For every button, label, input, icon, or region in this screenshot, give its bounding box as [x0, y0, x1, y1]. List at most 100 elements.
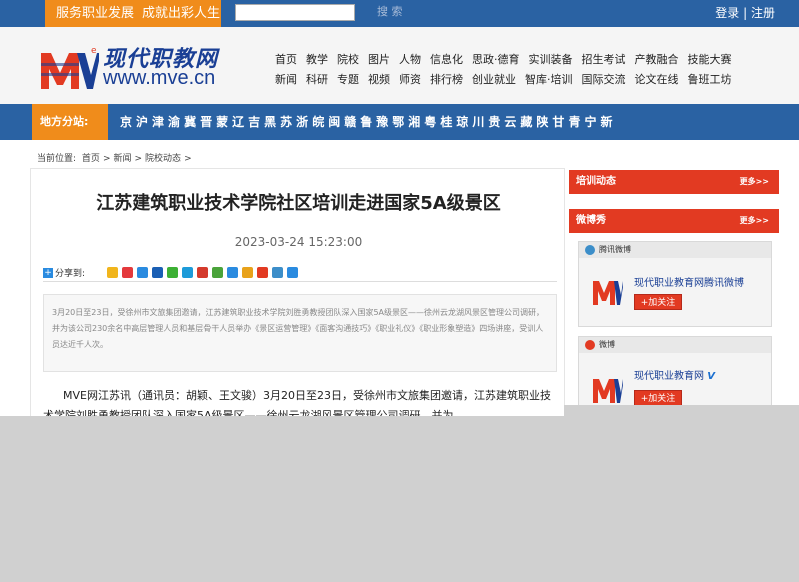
nav-link-row1-3[interactable]: 图片 — [368, 50, 390, 70]
branch-link[interactable]: 青 — [568, 104, 580, 140]
share-plus-icon[interactable]: + — [43, 267, 53, 278]
branch-link[interactable]: 吉 — [248, 104, 260, 140]
nav-link-row2-10[interactable]: 鲁班工坊 — [688, 70, 732, 90]
article-body: MVE网江苏讯（通讯员：胡颖、王文骏）3月20日至23日，受徐州市文旅集团邀请，… — [43, 389, 551, 416]
weibo-show-more-link[interactable]: 更多>> — [740, 209, 769, 233]
gray-overlay — [0, 416, 799, 582]
share-service-icon[interactable] — [136, 267, 148, 278]
share-service-icon[interactable] — [151, 267, 163, 278]
breadcrumb-separator: > — [184, 154, 192, 164]
nav-link-row2-8[interactable]: 国际交流 — [582, 70, 626, 90]
share-service-icon[interactable] — [226, 267, 238, 278]
breadcrumb-link[interactable]: 首页 — [82, 154, 100, 164]
tencent-follow-button[interactable]: +加关注 — [634, 294, 682, 310]
branch-link[interactable]: 辽 — [232, 104, 244, 140]
branch-link[interactable]: 渝 — [168, 104, 180, 140]
nav-link-row2-4[interactable]: 师资 — [399, 70, 421, 90]
nav-link-row2-9[interactable]: 论文在线 — [635, 70, 679, 90]
slogan-text-1: 服务职业发展 — [56, 6, 135, 21]
nav-link-row1-0[interactable]: 首页 — [275, 50, 297, 70]
branch-link[interactable]: 宁 — [584, 104, 596, 140]
share-service-icon[interactable] — [286, 267, 298, 278]
nav-link-row1-9[interactable]: 产教融合 — [635, 50, 679, 70]
nav-link-row2-5[interactable]: 排行榜 — [430, 70, 463, 90]
branch-link[interactable]: 冀 — [184, 104, 196, 140]
nav-link-row1-8[interactable]: 招生考试 — [582, 50, 626, 70]
share-service-icon[interactable] — [166, 267, 178, 278]
nav-link-row2-6[interactable]: 创业就业 — [472, 70, 516, 90]
nav-link-row2-2[interactable]: 专题 — [337, 70, 359, 90]
branch-link[interactable]: 豫 — [376, 104, 388, 140]
share-service-icon[interactable] — [256, 267, 268, 278]
branch-link[interactable]: 赣 — [344, 104, 356, 140]
share-service-icon[interactable] — [121, 267, 133, 278]
search-button[interactable]: 搜 索 — [377, 5, 403, 19]
branch-link[interactable]: 桂 — [440, 104, 452, 140]
branch-link[interactable]: 云 — [504, 104, 516, 140]
register-link[interactable]: 注册 — [751, 6, 775, 20]
tencent-weibo-name[interactable]: 现代职业教育网腾讯微博 — [634, 274, 744, 289]
branch-link[interactable]: 晋 — [200, 104, 212, 140]
breadcrumb-link[interactable]: 院校动态 — [145, 154, 181, 164]
branch-link[interactable]: 甘 — [552, 104, 564, 140]
article-content: 江苏建筑职业技术学院社区培训走进国家5A级景区 2023-03-24 15:23… — [30, 168, 565, 416]
main-nav: 首页 教学 院校 图片 人物 信息化 思政·德育 实训装备 招生考试 产教融合 技能大赛 新闻 科研专… — [275, 50, 775, 90]
branch-link[interactable]: 鲁 — [360, 104, 372, 140]
nav-link-row1-2[interactable]: 院校 — [337, 50, 359, 70]
nav-link-row2-0[interactable]: 新闻 — [275, 70, 297, 90]
nav-link-row1-5[interactable]: 信息化 — [430, 50, 463, 70]
site-logo[interactable]: e 现代职教网 www.mve.cn — [41, 41, 241, 97]
account-separator: | — [743, 6, 748, 20]
nav-link-row1-10[interactable]: 技能大赛 — [688, 50, 732, 70]
branch-link[interactable]: 黑 — [264, 104, 276, 140]
breadcrumb-separator: > — [134, 154, 143, 164]
nav-link-row1-7[interactable]: 实训装备 — [529, 50, 573, 70]
share-service-icon[interactable] — [241, 267, 253, 278]
slogan-text-2: 成就出彩人生 — [142, 6, 221, 21]
branch-link[interactable]: 京 — [120, 104, 132, 140]
breadcrumb-link[interactable]: 新闻 — [113, 154, 131, 164]
share-service-icon[interactable] — [181, 267, 193, 278]
branch-link[interactable]: 闽 — [328, 104, 340, 140]
branch-link[interactable]: 陕 — [536, 104, 548, 140]
branch-link[interactable]: 粤 — [424, 104, 436, 140]
nav-row-1: 首页 教学 院校 图片 人物 信息化 思政·德育 实训装备 招生考试 产教融合 技能大赛 — [275, 50, 775, 70]
nav-link-row1-6[interactable]: 思政·德育 — [472, 50, 520, 70]
share-label: 分享到: — [55, 269, 86, 279]
login-link[interactable]: 登录 — [715, 6, 739, 20]
share-service-icon[interactable] — [211, 267, 223, 278]
share-service-icon[interactable] — [196, 267, 208, 278]
slogan: 服务职业发展 成就出彩人生 — [45, 0, 221, 27]
nav-link-row2-7[interactable]: 智库·培训 — [525, 70, 573, 90]
branch-link[interactable]: 沪 — [136, 104, 148, 140]
branch-link[interactable]: 浙 — [296, 104, 308, 140]
branch-link[interactable]: 琼 — [456, 104, 468, 140]
training-news-more-link[interactable]: 更多>> — [740, 170, 769, 194]
province-links: 京沪津渝冀晋蒙辽吉黑苏浙皖闽赣鲁豫鄂湘粤桂琼川贵云藏陕甘青宁新 — [120, 104, 616, 140]
branch-link[interactable]: 藏 — [520, 104, 532, 140]
nav-link-row1-4[interactable]: 人物 — [399, 50, 421, 70]
share-bar: + 分享到: — [43, 265, 557, 282]
nav-link-row2-1[interactable]: 科研 — [306, 70, 328, 90]
mve-avatar-icon — [593, 281, 623, 305]
branch-link[interactable]: 湘 — [408, 104, 420, 140]
branch-link[interactable]: 蒙 — [216, 104, 228, 140]
nav-link-row1-1[interactable]: 教学 — [306, 50, 328, 70]
article-date: 2023-03-24 15:23:00 — [234, 235, 363, 249]
branch-link[interactable]: 皖 — [312, 104, 324, 140]
branch-link[interactable]: 苏 — [280, 104, 292, 140]
sina-weibo-name[interactable]: 现代职业教育网 V — [634, 367, 715, 382]
search-input[interactable] — [235, 4, 355, 21]
branch-link[interactable]: 新 — [600, 104, 612, 140]
branch-link[interactable]: 鄂 — [392, 104, 404, 140]
sina-weibo-box: 微博 现代职业教育网 V +加关注 — [578, 336, 772, 416]
sina-follow-button[interactable]: +加关注 — [634, 390, 682, 406]
training-news-title: 培训动态 — [576, 176, 616, 187]
nav-link-row2-3[interactable]: 视频 — [368, 70, 390, 90]
weibo-show-panel: 微博秀 更多>> — [569, 209, 779, 233]
share-service-icon[interactable] — [271, 267, 283, 278]
branch-link[interactable]: 川 — [472, 104, 484, 140]
branch-link[interactable]: 津 — [152, 104, 164, 140]
share-service-icon[interactable] — [106, 267, 118, 278]
branch-link[interactable]: 贵 — [488, 104, 500, 140]
